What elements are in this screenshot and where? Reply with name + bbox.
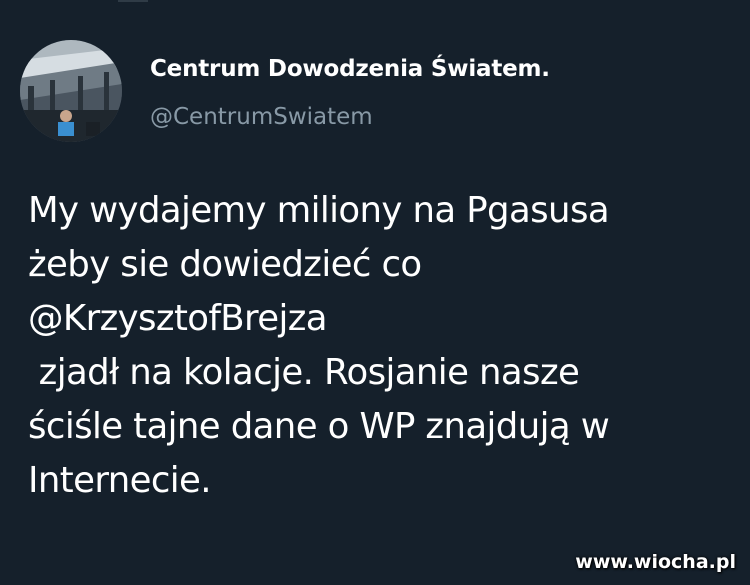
tweet-text-line: żeby sie dowiedzieć co (28, 244, 422, 285)
watermark: www.wiocha.pl (575, 551, 736, 573)
mention-link[interactable]: @KrzysztofBrejza (28, 292, 728, 346)
tweet-text-line: Internecie. (28, 460, 212, 501)
tweet-text-line: ściśle tajne dane o WP znajdują w (28, 406, 610, 447)
tweet-text-line: zjadł na kolacje. Rosjanie nasze (28, 352, 580, 393)
tweet-text-line: My wydajemy miliony na Pgasusa (28, 190, 610, 231)
display-name[interactable]: Centrum Dowodzenia Światem. (150, 56, 550, 82)
avatar[interactable] (20, 40, 122, 142)
top-divider (118, 0, 148, 2)
user-handle[interactable]: @CentrumSwiatem (150, 104, 373, 130)
tweet-text: My wydajemy miliony na Pgasusa żeby sie … (28, 184, 728, 508)
